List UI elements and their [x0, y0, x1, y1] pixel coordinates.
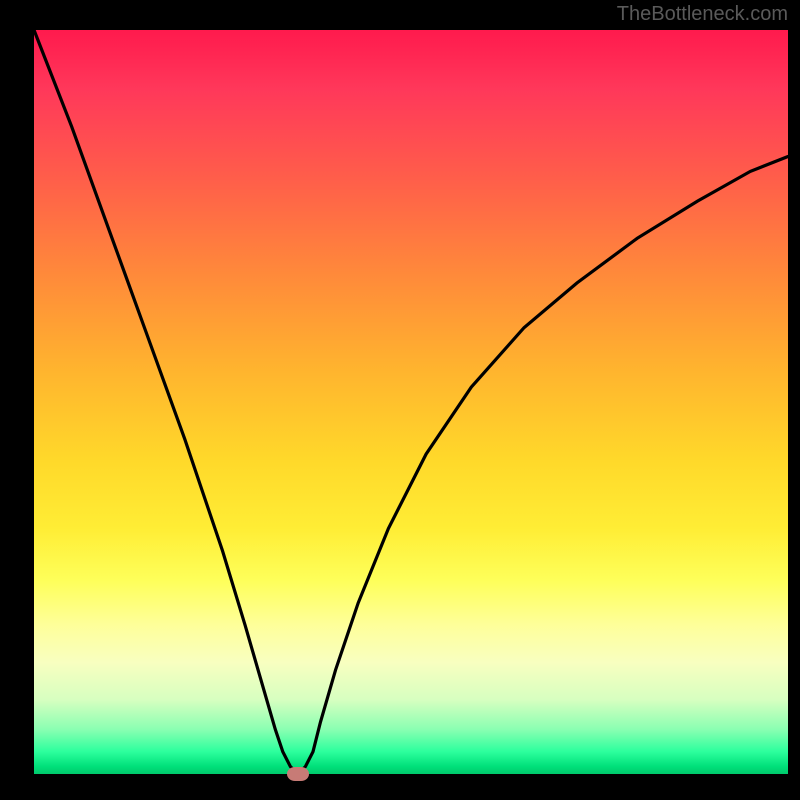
watermark: TheBottleneck.com	[617, 3, 788, 26]
outer-frame: TheBottleneck.com	[0, 0, 800, 800]
min-marker	[287, 767, 309, 781]
plot-area	[34, 30, 788, 774]
